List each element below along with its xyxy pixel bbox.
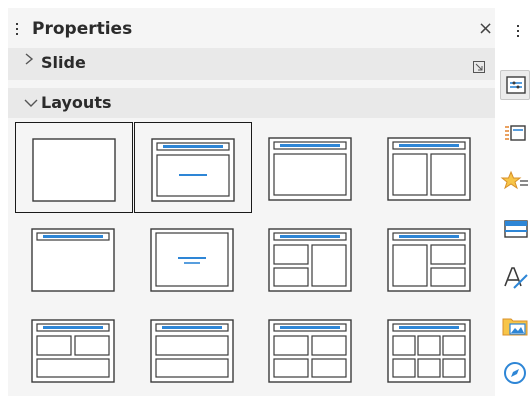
gallery-icon[interactable] [500, 310, 530, 340]
layout-title-single-content-icon [268, 137, 352, 201]
master-slides-icon[interactable] [500, 214, 530, 244]
layout-title-2-content-and-content-icon [268, 228, 352, 292]
layout-title-content-and-2-content-icon [387, 228, 471, 292]
sidebar-deck [496, 8, 531, 396]
layout-title-6-content[interactable] [371, 304, 489, 395]
layout-title-only-icon [31, 228, 115, 292]
layout-title-content-over-content-icon [150, 319, 234, 383]
layout-title-single-content[interactable] [252, 122, 370, 213]
layout-blank-slide-icon [32, 138, 116, 202]
layout-title-2-content-and-content[interactable] [252, 213, 370, 304]
navigator-icon[interactable] [500, 358, 530, 388]
sidebar-grip-icon[interactable] [517, 25, 519, 40]
properties-panel: Properties × Slide Layouts [8, 8, 495, 396]
layout-blank-slide[interactable] [15, 122, 133, 213]
layout-title-content-icon [151, 138, 235, 202]
layout-title-two-content-icon [387, 137, 471, 201]
properties-icon[interactable] [500, 70, 530, 100]
layout-title-only[interactable] [15, 213, 133, 304]
layout-centered-text[interactable] [134, 213, 252, 304]
layout-title-content-over-content[interactable] [134, 304, 252, 395]
layout-title-4-content[interactable] [252, 304, 370, 395]
layout-title-content[interactable] [134, 122, 252, 213]
layouts-grid [8, 8, 495, 396]
layout-title-2-content-over-content-icon [31, 319, 115, 383]
layout-title-6-content-icon [387, 319, 471, 383]
slide-transition-icon[interactable] [500, 118, 530, 148]
layout-title-4-content-icon [268, 319, 352, 383]
animation-icon[interactable] [500, 166, 530, 196]
layout-centered-text-icon [150, 228, 234, 292]
layout-title-two-content[interactable] [371, 122, 489, 213]
layout-title-2-content-over-content[interactable] [15, 304, 133, 395]
styles-icon[interactable] [500, 262, 530, 292]
layout-title-content-and-2-content[interactable] [371, 213, 489, 304]
